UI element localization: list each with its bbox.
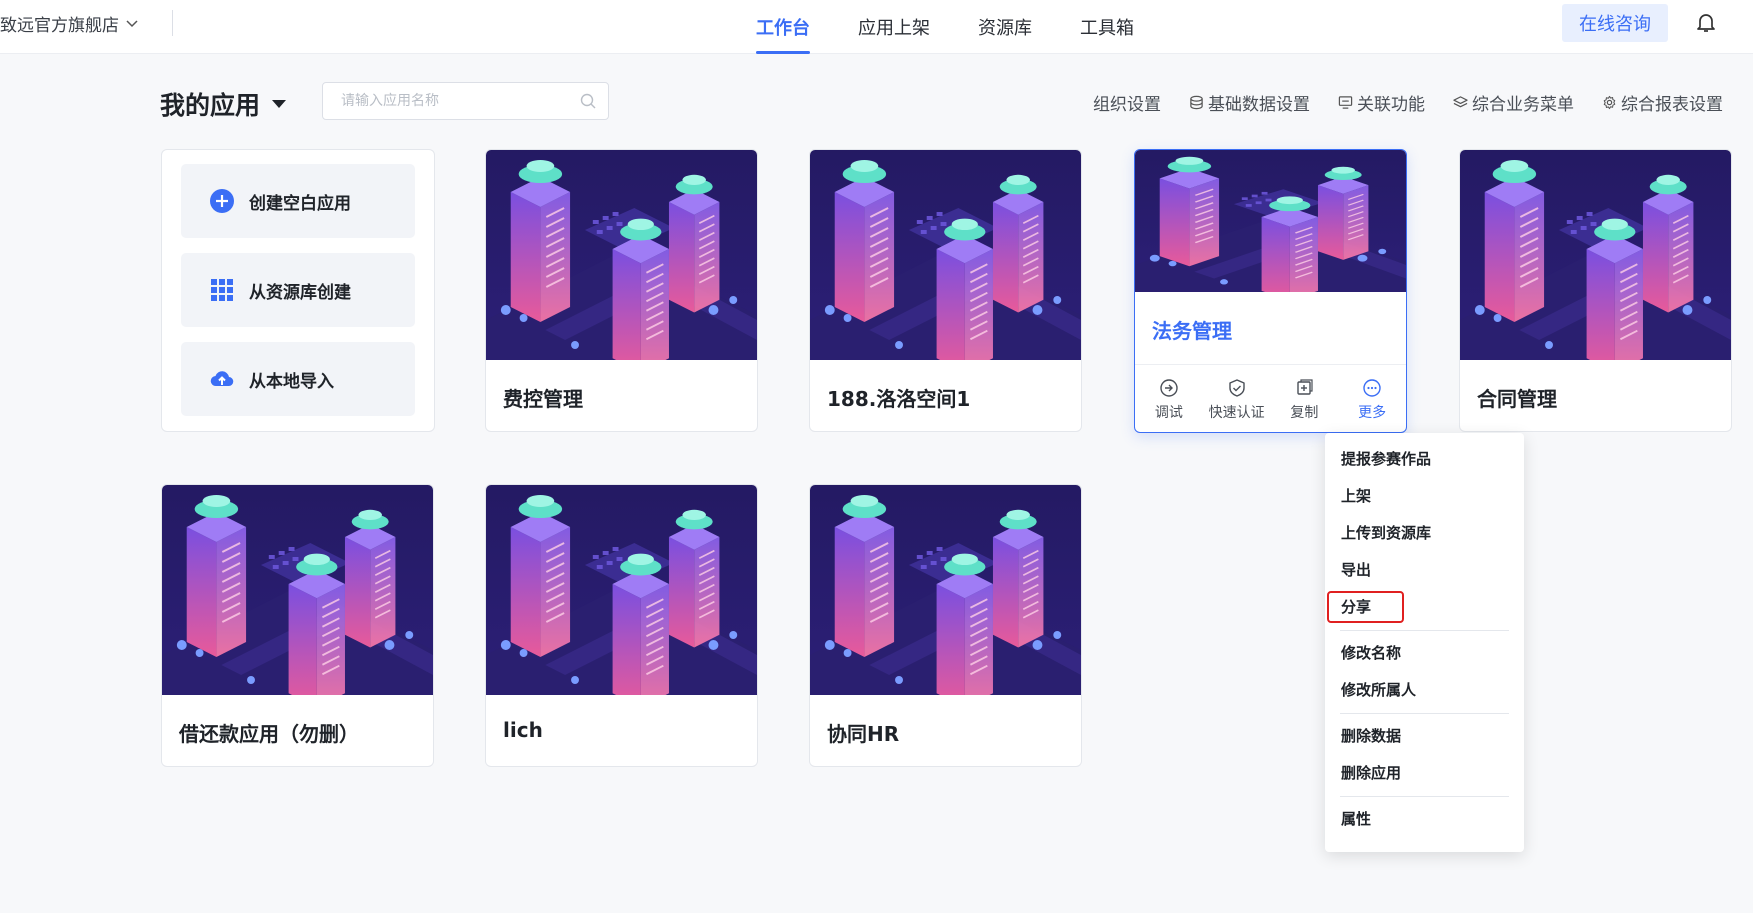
plus-circle-icon (210, 189, 234, 213)
menu-item-publish[interactable]: 上架 (1325, 478, 1524, 515)
app-title: 协同HR (827, 722, 900, 746)
bell-icon[interactable] (1694, 10, 1718, 34)
debug-button[interactable]: 调试 (1135, 365, 1203, 432)
copy-icon (1297, 378, 1313, 395)
app-card[interactable]: 协同HR (809, 484, 1082, 767)
app-title: 法务管理 (1152, 319, 1232, 343)
more-dots-icon (1363, 378, 1381, 397)
grid-icon (211, 279, 233, 301)
menu-item-delete-data[interactable]: 删除数据 (1325, 718, 1524, 755)
menu-item-export[interactable]: 导出 (1325, 552, 1524, 589)
menu-divider (1340, 713, 1509, 714)
app-card[interactable]: 借还款应用（勿删） (161, 484, 434, 767)
app-cover-image (810, 150, 1081, 360)
my-apps-selector[interactable]: 我的应用 (160, 86, 287, 122)
caret-down-icon (272, 100, 287, 108)
layers-icon (1453, 96, 1468, 108)
card-actions: 调试 快速认证 复制 更多 (1135, 364, 1406, 432)
nav-resource-library[interactable]: 资源库 (978, 0, 1032, 54)
online-consult-button[interactable]: 在线咨询 (1562, 4, 1668, 42)
create-app-panel: 创建空白应用 从资源库创建 从本地导入 (161, 149, 435, 432)
store-name: 致远官方旗舰店 (0, 15, 119, 36)
app-cover-image (162, 485, 433, 695)
app-card[interactable]: 费控管理 (485, 149, 758, 432)
copy-button[interactable]: 复制 (1271, 365, 1339, 432)
store-switcher[interactable]: 致远官方旗舰店 (0, 10, 139, 36)
app-cover-image (1460, 150, 1731, 360)
app-title: 费控管理 (503, 387, 583, 411)
cloud-upload-icon (210, 371, 234, 387)
org-settings-link[interactable]: 组织设置 (1093, 90, 1161, 115)
app-card[interactable]: lich (485, 484, 758, 767)
nav-workbench[interactable]: 工作台 (756, 0, 810, 54)
more-button[interactable]: 更多 (1338, 365, 1406, 432)
top-bar: 致远官方旗舰店 工作台 应用上架 资源库 工具箱 在线咨询 (0, 0, 1753, 54)
chevron-down-icon (126, 20, 138, 28)
app-card[interactable]: 合同管理 (1459, 149, 1732, 432)
menu-divider (1340, 630, 1509, 631)
app-title: 合同管理 (1477, 387, 1557, 411)
menu-item-properties[interactable]: 属性 (1325, 801, 1524, 838)
page-title: 我的应用 (160, 91, 261, 120)
search-icon[interactable] (580, 93, 596, 109)
base-data-settings-link[interactable]: 基础数据设置 (1189, 90, 1310, 115)
nav-app-listing[interactable]: 应用上架 (858, 0, 930, 54)
header-toolbar: 组织设置 基础数据设置 关联功能 综合业务菜单 综合报表设置 (1065, 90, 1723, 115)
app-title: 188.洛洛空间1 (827, 387, 971, 411)
quick-auth-button[interactable]: 快速认证 (1203, 365, 1271, 432)
menu-item-delete-app[interactable]: 删除应用 (1325, 755, 1524, 792)
link-display-icon (1338, 96, 1353, 109)
app-cover-image (1135, 150, 1406, 292)
business-menu-link[interactable]: 综合业务菜单 (1453, 90, 1574, 115)
menu-item-share[interactable]: 分享 (1325, 589, 1524, 626)
menu-divider (1340, 796, 1509, 797)
search-input[interactable] (323, 83, 573, 119)
app-card-hovered[interactable]: 法务管理 调试 快速认证 复制 更多 (1134, 149, 1407, 433)
search-box (322, 82, 609, 120)
divider (172, 10, 173, 36)
create-blank-app-button[interactable]: 创建空白应用 (181, 164, 415, 238)
main-nav: 工作台 应用上架 资源库 工具箱 (756, 0, 1182, 54)
menu-item-submit-entry[interactable]: 提报参赛作品 (1325, 441, 1524, 478)
report-settings-link[interactable]: 综合报表设置 (1602, 90, 1723, 115)
gear-icon (1603, 95, 1616, 110)
app-title: 借还款应用（勿删） (179, 722, 359, 746)
app-cover-image (810, 485, 1081, 695)
more-actions-menu: 提报参赛作品 上架 上传到资源库 导出 分享 修改名称 修改所属人 删除数据 删… (1325, 433, 1524, 852)
enter-arrow-icon (1160, 378, 1178, 397)
app-cover-image (486, 485, 757, 695)
import-local-button[interactable]: 从本地导入 (181, 342, 415, 416)
create-from-library-button[interactable]: 从资源库创建 (181, 253, 415, 327)
nav-toolbox[interactable]: 工具箱 (1080, 0, 1134, 54)
menu-item-change-owner[interactable]: 修改所属人 (1325, 672, 1524, 709)
app-cover-image (486, 150, 757, 360)
shield-check-icon (1228, 378, 1245, 397)
app-title: lich (503, 718, 543, 742)
database-icon (1190, 95, 1203, 110)
menu-item-upload-library[interactable]: 上传到资源库 (1325, 515, 1524, 552)
related-functions-link[interactable]: 关联功能 (1338, 90, 1425, 115)
app-card[interactable]: 188.洛洛空间1 (809, 149, 1082, 432)
menu-item-rename[interactable]: 修改名称 (1325, 635, 1524, 672)
